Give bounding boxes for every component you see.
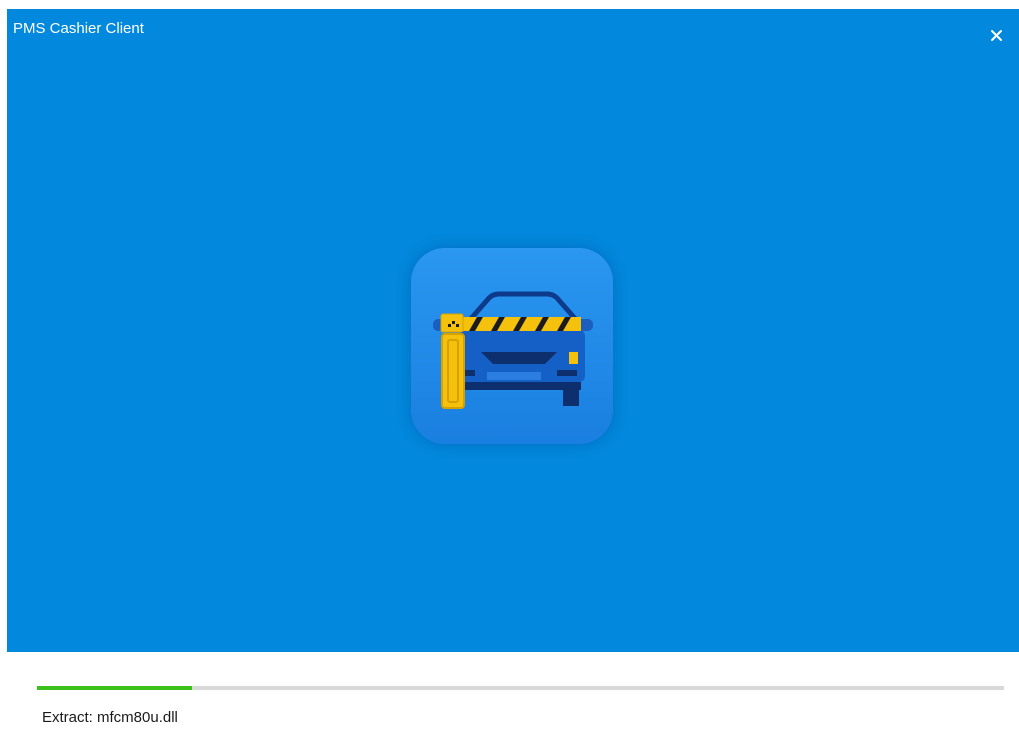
close-button[interactable] (988, 27, 1008, 47)
window-title: PMS Cashier Client (13, 20, 144, 37)
parking-gate-car-icon (411, 248, 613, 444)
status-text: Extract: mfcm80u.dll (42, 709, 178, 726)
window-top-edge (0, 0, 1019, 9)
close-icon (991, 30, 1002, 41)
progress-bar (37, 686, 1004, 690)
installer-window: PMS Cashier Client Extract: mfcm80u.dll (0, 0, 1019, 738)
progress-bar-fill (37, 686, 192, 690)
